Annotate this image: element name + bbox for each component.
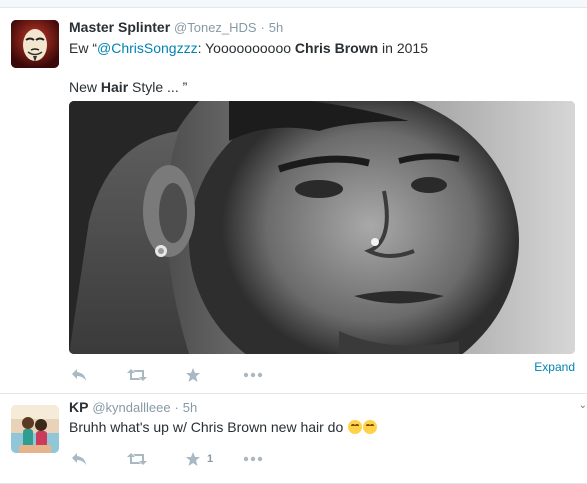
tweet-actions [69, 365, 263, 385]
text-prefix: New [69, 79, 101, 95]
star-icon[interactable] [183, 365, 203, 385]
grinning-face-emoji-icon [348, 420, 363, 434]
grinning-face-emoji-icon [363, 420, 378, 434]
tweet[interactable]: Master Splinter @Tonez_HDS · 5h Ew “@Chr… [0, 8, 587, 394]
timestamp[interactable]: 5h [183, 400, 197, 415]
retweet-icon[interactable] [127, 365, 147, 385]
tweet-text-line-2: New Hair Style ... ” [69, 78, 187, 97]
text-suffix: in 2015 [378, 40, 428, 56]
timestamp[interactable]: 5h [269, 20, 283, 35]
mention-link[interactable]: @ChrisSongzzz [97, 40, 198, 56]
reply-icon[interactable] [69, 365, 89, 385]
text-bold: Chris Brown [294, 40, 379, 56]
expand-link[interactable]: Expand [534, 360, 575, 374]
separator-dot: · [174, 400, 179, 415]
text-suffix: Style ... ” [128, 79, 188, 95]
username[interactable]: @kyndallleee [92, 400, 170, 415]
reply-icon[interactable] [69, 449, 89, 469]
tweet-text-body: Bruhh what's up w/ Chris Brown new hair … [69, 419, 348, 435]
more-icon[interactable] [243, 449, 263, 469]
tweet-header: Master Splinter @Tonez_HDS · 5h [69, 18, 283, 37]
username[interactable]: @Tonez_HDS [174, 20, 257, 35]
text-bold: Hair [100, 79, 129, 95]
text-mid: : Yoooooooooo [197, 40, 295, 56]
retweet-icon[interactable] [127, 449, 147, 469]
star-icon[interactable] [183, 449, 203, 469]
more-options-caret-icon[interactable]: ⌄ [579, 400, 587, 411]
text-prefix: Ew “ [69, 40, 97, 56]
tweet-text: Bruhh what's up w/ Chris Brown new hair … [69, 418, 378, 437]
tweet-actions: 1 [69, 449, 263, 469]
tweet-photo[interactable] [69, 101, 575, 354]
more-icon[interactable] [243, 365, 263, 385]
tweet-header: KP @kyndallleee · 5h [69, 398, 197, 417]
separator-dot: · [260, 20, 265, 35]
favorite-count: 1 [207, 453, 214, 465]
fullname[interactable]: Master Splinter [69, 19, 170, 35]
avatar[interactable] [11, 20, 59, 68]
fullname[interactable]: KP [69, 399, 88, 415]
tweet-text-line-1: Ew “@ChrisSongzzz: Yoooooooooo Chris Bro… [69, 39, 428, 58]
avatar[interactable] [11, 405, 59, 453]
